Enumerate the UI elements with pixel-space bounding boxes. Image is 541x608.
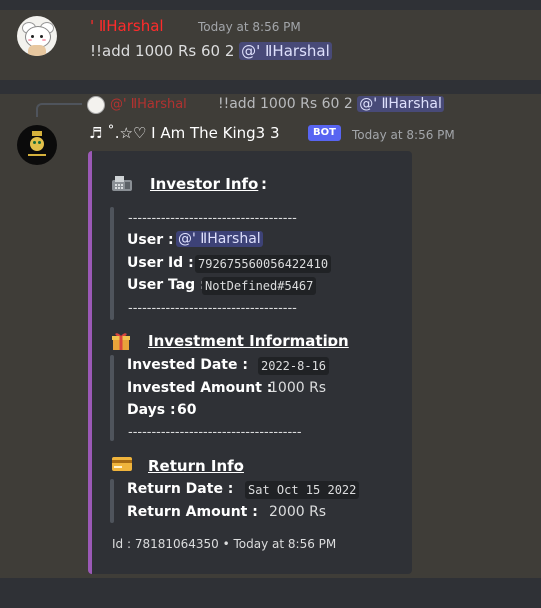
user-avatar[interactable]: [17, 16, 57, 56]
divider-dashes: -------------------------------------: [128, 425, 302, 440]
days-value: 60: [177, 402, 197, 418]
return-info-title: Return Info: [148, 457, 244, 475]
gift-icon: [112, 333, 130, 350]
quote-bar: [110, 355, 114, 441]
reply-avatar[interactable]: [87, 96, 105, 114]
investment-info-colon: :: [327, 332, 333, 350]
embed-card: Investor Info : ------------------------…: [88, 151, 412, 574]
user-label: User :: [127, 232, 174, 248]
embed-footer: Id : 78181064350 • Today at 8:56 PM: [112, 537, 337, 551]
reply-preview[interactable]: !!add 1000 Rs 60 2 @' ⅡHarshal: [218, 96, 444, 112]
investor-info-title: Investor Info: [150, 175, 259, 193]
return-amount-label: Return Amount :: [127, 504, 258, 520]
return-date-value: Sat Oct 15 2022: [245, 481, 360, 499]
invested-amount-label: Invested Amount :: [127, 380, 273, 396]
reply-author[interactable]: @' ⅡHarshal: [110, 97, 187, 112]
top-divider: [0, 0, 541, 10]
user-id-label: User Id :: [127, 255, 194, 271]
message-author[interactable]: ' ⅡHarshal: [90, 17, 164, 35]
reply-command: !!add 1000 Rs 60 2: [218, 96, 353, 112]
bot-badge: BOT: [308, 125, 341, 141]
invested-date-label: Invested Date :: [127, 357, 248, 373]
return-date-label: Return Date :: [127, 481, 234, 497]
bottom-divider: [0, 578, 541, 608]
days-label: Days :: [127, 402, 176, 418]
return-amount-value: 2000 Rs: [269, 504, 327, 520]
fax-icon: [112, 176, 132, 191]
command-text: !!add 1000 Rs 60 2: [90, 42, 235, 60]
investment-info-title: Investment Information: [148, 332, 349, 350]
credit-card-icon: [112, 457, 132, 471]
invested-date-value: 2022-8-16: [258, 357, 330, 375]
user-tag-label: User Tag :: [127, 277, 206, 293]
user-id-value: 792675560056422410: [195, 255, 332, 273]
return-info-colon: :: [237, 457, 243, 475]
quote-bar: [110, 207, 114, 320]
reply-mention[interactable]: @' ⅡHarshal: [357, 96, 444, 112]
divider-dashes: ------------------------------------: [128, 301, 297, 316]
quote-bar: [110, 479, 114, 523]
message-content: !!add 1000 Rs 60 2 @' ⅡHarshal: [90, 42, 332, 60]
message-divider: [0, 80, 541, 94]
reply-connector: [36, 103, 82, 117]
invested-amount-value: 1000 Rs: [269, 380, 327, 396]
bot-avatar[interactable]: [17, 125, 57, 165]
user-mention[interactable]: @' ⅡHarshal: [239, 42, 332, 60]
divider-dashes: ------------------------------------: [128, 211, 297, 226]
investor-info-colon: :: [261, 175, 267, 193]
bot-author[interactable]: ♬ ˚.☆♡ I Am The King3 3: [89, 124, 280, 142]
user-tag-value: NotDefined#5467: [202, 277, 317, 295]
bot-timestamp: Today at 8:56 PM: [352, 128, 455, 142]
message-timestamp: Today at 8:56 PM: [198, 20, 301, 34]
embed-user-mention[interactable]: @' ⅡHarshal: [176, 231, 263, 247]
